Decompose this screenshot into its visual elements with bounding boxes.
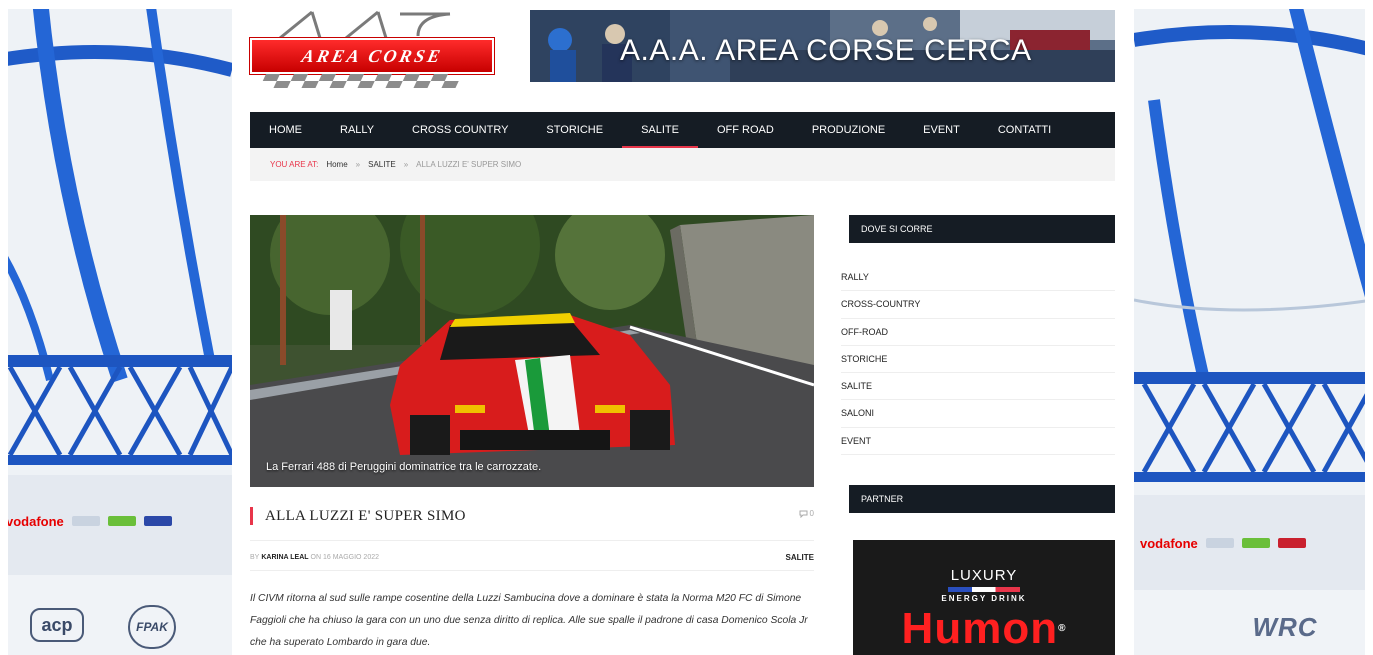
sidebar-item-cross-country[interactable]: CROSS-COUNTRY bbox=[841, 291, 1115, 319]
sidebar-item-storiche[interactable]: STORICHE bbox=[841, 346, 1115, 374]
divider bbox=[250, 570, 814, 571]
nav-item-salite[interactable]: SALITE bbox=[622, 112, 698, 148]
site-logo[interactable]: AREA CORSE bbox=[250, 10, 494, 95]
registered-mark: ® bbox=[1058, 623, 1067, 634]
nav-item-contatti[interactable]: CONTATTI bbox=[979, 112, 1070, 148]
divider bbox=[250, 540, 814, 541]
ad-brand-text: Humon bbox=[901, 604, 1059, 653]
breadcrumb-separator: » bbox=[403, 160, 409, 169]
article-title: ALLA LUZZI E' SUPER SIMO bbox=[265, 507, 466, 524]
breadcrumb: YOU ARE AT: Home » SALITE » ALLA LUZZI E… bbox=[250, 148, 1115, 181]
nav-item-produzione[interactable]: PRODUZIONE bbox=[793, 112, 904, 148]
sponsor-logo bbox=[1241, 538, 1270, 548]
ad-brand-name: Humon® bbox=[853, 607, 1115, 651]
sidebar-category-list: RALLY CROSS-COUNTRY OFF-ROAD STORICHE SA… bbox=[841, 264, 1115, 456]
ad-line-luxury: LUXURY bbox=[950, 567, 1018, 584]
sponsor-logo bbox=[1205, 538, 1234, 548]
sponsor-logo bbox=[1277, 538, 1306, 548]
article-body: Il CIVM ritorna al sud sulle rampe cosen… bbox=[250, 593, 808, 648]
sponsor-strip-left: vodafone bbox=[6, 508, 226, 534]
sidebar-item-off-road[interactable]: OFF-ROAD bbox=[841, 319, 1115, 346]
author-link[interactable]: KARINA LEAL bbox=[261, 554, 308, 561]
wrc-logo: WRC bbox=[1252, 612, 1318, 642]
sponsor-logo bbox=[143, 516, 172, 526]
widget-title-dove-si-corre: DOVE SI CORRE bbox=[849, 215, 1115, 243]
fpak-logo: FPAK bbox=[128, 605, 176, 649]
vodafone-logo: vodafone bbox=[1140, 535, 1198, 551]
nav-item-home[interactable]: HOME bbox=[250, 112, 321, 148]
breadcrumb-section-link[interactable]: SALITE bbox=[368, 160, 396, 169]
sidebar-item-salite[interactable]: SALITE bbox=[841, 373, 1115, 401]
nav-item-off-road[interactable]: OFF ROAD bbox=[698, 112, 793, 148]
main-content-column: AREA CORSE A.A.A. AREA CORSE CERCA HOME … bbox=[232, 0, 1134, 655]
comment-count[interactable]: 0 bbox=[799, 509, 814, 518]
sidebar-item-event[interactable]: EVENT bbox=[841, 428, 1115, 456]
site-header: AREA CORSE A.A.A. AREA CORSE CERCA bbox=[232, 0, 1134, 100]
sponsor-logo bbox=[71, 516, 100, 526]
breadcrumb-current: ALLA LUZZI E' SUPER SIMO bbox=[416, 160, 522, 169]
frame-top bbox=[0, 0, 1373, 9]
breadcrumb-home-link[interactable]: Home bbox=[326, 160, 347, 169]
background-right-panel: vodafone WRC bbox=[1134, 0, 1373, 655]
stage-structure-right bbox=[1134, 0, 1373, 655]
header-banner[interactable]: A.A.A. AREA CORSE CERCA bbox=[530, 10, 1115, 82]
ad-line-energy-drink: ENERGY DRINK bbox=[941, 594, 1027, 603]
article-meta: BY KARINA LEAL ON 16 MAGGIO 2022 SALITE bbox=[250, 551, 814, 563]
main-navigation: HOME RALLY CROSS COUNTRY STORICHE SALITE… bbox=[250, 112, 1115, 148]
nav-item-cross-country[interactable]: CROSS COUNTRY bbox=[393, 112, 527, 148]
category-link[interactable]: SALITE bbox=[786, 553, 814, 562]
stage-structure-left bbox=[0, 0, 232, 655]
comment-count-value: 0 bbox=[809, 509, 814, 518]
logo-red-band: AREA CORSE bbox=[250, 38, 494, 74]
nav-item-storiche[interactable]: STORICHE bbox=[527, 112, 622, 148]
background-left-panel: vodafone acp FPAK bbox=[0, 0, 232, 655]
sponsor-logo bbox=[107, 516, 136, 526]
breadcrumb-separator: » bbox=[355, 160, 361, 169]
featured-image[interactable]: La Ferrari 488 di Peruggini dominatrice … bbox=[250, 215, 814, 487]
sidebar-item-rally[interactable]: RALLY bbox=[841, 264, 1115, 292]
article-date: ON 16 MAGGIO 2022 bbox=[310, 553, 380, 561]
checkered-flag-graphic bbox=[262, 74, 459, 88]
frame-left bbox=[0, 0, 8, 655]
by-label: BY bbox=[250, 553, 260, 561]
banner-headline: A.A.A. AREA CORSE CERCA bbox=[620, 34, 1032, 67]
image-caption: La Ferrari 488 di Peruggini dominatrice … bbox=[266, 461, 542, 473]
logo-top-graphic bbox=[279, 10, 451, 38]
logo-text: AREA CORSE bbox=[299, 45, 445, 66]
sidebar-item-saloni[interactable]: SALONI bbox=[841, 400, 1115, 428]
nav-item-event[interactable]: EVENT bbox=[904, 112, 979, 148]
french-flag-stripe bbox=[948, 587, 1020, 592]
vodafone-logo: vodafone bbox=[6, 513, 64, 529]
sponsor-strip-right: vodafone bbox=[1140, 530, 1367, 556]
comment-icon bbox=[799, 510, 808, 518]
title-accent-bar bbox=[250, 507, 253, 525]
nav-item-rally[interactable]: RALLY bbox=[321, 112, 393, 148]
article-header: ALLA LUZZI E' SUPER SIMO 0 bbox=[250, 505, 814, 527]
acp-logo: acp bbox=[30, 608, 84, 642]
ferrari-photo bbox=[250, 215, 814, 487]
partner-ad-banner[interactable]: LUXURY ENERGY DRINK Humon® bbox=[853, 540, 1115, 655]
widget-title-partner: PARTNER bbox=[849, 485, 1115, 513]
frame-right bbox=[1365, 0, 1373, 655]
breadcrumb-label: YOU ARE AT: bbox=[270, 160, 319, 169]
